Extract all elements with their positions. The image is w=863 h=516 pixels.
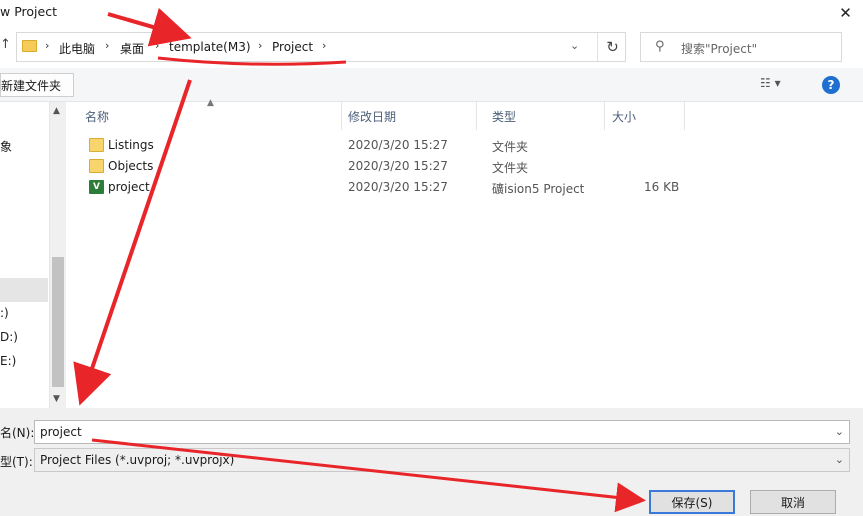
search-icon: ⚲ (655, 39, 665, 54)
filetype-value: Project Files (*.uvproj; *.uvprojx) (40, 453, 235, 467)
file-date: 2020/3/20 15:27 (348, 138, 448, 152)
chevron-down-icon[interactable]: ⌄ (570, 39, 579, 52)
chevron-down-icon[interactable]: ⌄ (835, 453, 844, 466)
scroll-thumb[interactable] (52, 257, 64, 387)
column-header-type[interactable]: 类型 (477, 102, 605, 130)
refresh-icon[interactable]: ↻ (597, 33, 627, 61)
cancel-button[interactable]: 取消 (750, 490, 836, 514)
chevron-right-icon[interactable]: › (155, 39, 159, 52)
window-title: w Project (0, 4, 57, 19)
file-name: Objects (108, 159, 154, 173)
folder-icon (89, 159, 104, 173)
chevron-down-icon[interactable]: ⌄ (835, 425, 844, 438)
file-type: 礦ision5 Project (492, 182, 585, 196)
close-icon[interactable]: ✕ (828, 0, 863, 26)
help-icon[interactable]: ? (822, 76, 840, 94)
save-panel: 名(N): project ⌄ 型(T): Project Files (*.u… (0, 408, 863, 516)
column-size-label: 大小 (612, 110, 637, 124)
up-arrow-icon[interactable]: ↑ (0, 37, 14, 57)
nav-item-objects[interactable]: 象 (0, 138, 12, 155)
file-row[interactable]: V project 2020/3/20 15:27 礦ision5 Projec… (70, 177, 863, 198)
nav-scrollbar[interactable]: ▲ ▼ (49, 102, 66, 408)
breadcrumb-desktop[interactable]: 桌面 (120, 40, 144, 57)
filename-value: project (40, 425, 82, 439)
nav-item-selected[interactable] (0, 278, 48, 302)
address-bar: ↑ › 此电脑 › 桌面 › template(M3) › Project › … (0, 32, 863, 62)
chevron-right-icon[interactable]: › (322, 39, 326, 52)
file-date: 2020/3/20 15:27 (348, 180, 448, 194)
filename-label: 名(N): (0, 426, 35, 440)
save-button[interactable]: 保存(S) (649, 490, 735, 514)
nav-item-drive-e[interactable]: E:) (0, 354, 16, 368)
file-type: 文件夹 (492, 161, 529, 175)
column-date-label: 修改日期 (348, 110, 397, 124)
file-list: 名称 ▲ 修改日期 类型 大小 Listings 2020/3/20 15:27… (70, 98, 863, 408)
chevron-right-icon[interactable]: › (258, 39, 262, 52)
sort-ascending-icon: ▲ (207, 98, 214, 108)
uvision-project-icon: V (89, 180, 104, 194)
nav-item-drive-d[interactable]: D:) (0, 330, 18, 344)
folder-icon (22, 40, 37, 52)
breadcrumb-project[interactable]: Project (272, 40, 313, 54)
navigation-pane: 象 :) D:) E:) ▲ ▼ (0, 102, 66, 408)
breadcrumb-template[interactable]: template(M3) (169, 40, 251, 54)
scroll-up-icon[interactable]: ▲ (53, 106, 60, 116)
column-header-date[interactable]: 修改日期 (333, 102, 477, 130)
column-type-label: 类型 (492, 110, 517, 124)
breadcrumb[interactable]: › 此电脑 › 桌面 › template(M3) › Project › ⌄ … (16, 32, 626, 62)
column-name-label: 名称 (85, 110, 110, 124)
file-date: 2020/3/20 15:27 (348, 159, 448, 173)
column-header-size[interactable]: 大小 (597, 102, 685, 130)
title-bar: w Project ✕ (0, 0, 863, 30)
view-options-icon[interactable]: ☷ ▾ (760, 76, 800, 94)
search-placeholder: 搜索"Project" (681, 42, 758, 56)
toolbar: 新建文件夹 ☷ ▾ ? (0, 68, 863, 102)
folder-icon (89, 138, 104, 152)
column-header-name[interactable]: 名称 ▲ (70, 98, 342, 130)
filename-field[interactable]: project ⌄ (34, 420, 850, 444)
breadcrumb-this-pc[interactable]: 此电脑 (59, 40, 95, 57)
file-row[interactable]: Objects 2020/3/20 15:27 文件夹 (70, 156, 863, 177)
file-row[interactable]: Listings 2020/3/20 15:27 文件夹 (70, 135, 863, 156)
file-size: 16 KB (644, 180, 680, 194)
nav-item-drive-c[interactable]: :) (0, 306, 9, 320)
chevron-right-icon[interactable]: › (105, 39, 109, 52)
chevron-right-icon[interactable]: › (45, 39, 49, 52)
file-name: Listings (108, 138, 154, 152)
scroll-down-icon[interactable]: ▼ (53, 394, 60, 404)
filetype-label: 型(T): (0, 455, 33, 469)
file-name: project (108, 180, 150, 194)
new-folder-button[interactable]: 新建文件夹 (0, 73, 75, 97)
search-input[interactable]: ⚲ 搜索"Project" (640, 32, 842, 62)
filetype-select[interactable]: Project Files (*.uvproj; *.uvprojx) ⌄ (34, 448, 850, 472)
file-type: 文件夹 (492, 140, 529, 154)
